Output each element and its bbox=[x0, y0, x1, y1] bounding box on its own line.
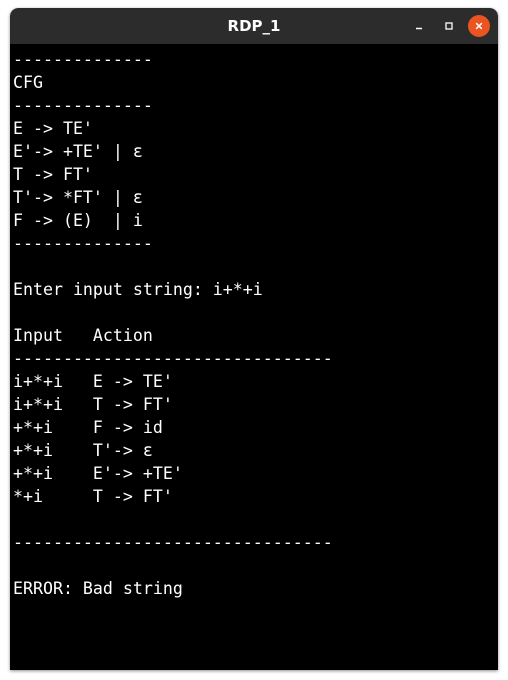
terminal-output[interactable]: -------------- CFG -------------- E -> T… bbox=[10, 44, 498, 670]
input-prompt-line: Enter input string: i+*+i bbox=[13, 280, 263, 299]
terminal-line: -------------- bbox=[13, 50, 153, 69]
terminal-line: T'-> *FT' | ε bbox=[13, 188, 143, 207]
terminal-window: RDP_1 -------------- CFG -------------- … bbox=[10, 8, 498, 670]
error-message: ERROR: Bad string bbox=[13, 579, 183, 598]
minimize-icon bbox=[416, 27, 422, 30]
window-controls bbox=[408, 15, 490, 37]
terminal-line: -------------------------------- bbox=[13, 533, 333, 552]
table-header: Input Action bbox=[13, 326, 153, 345]
terminal-line: F -> (E) | i bbox=[13, 211, 143, 230]
table-row: +*+i E'-> +TE' bbox=[13, 464, 183, 483]
terminal-line: -------------- bbox=[13, 96, 153, 115]
maximize-icon bbox=[445, 22, 453, 30]
terminal-line: E'-> +TE' | ε bbox=[13, 142, 143, 161]
title-bar[interactable]: RDP_1 bbox=[10, 8, 498, 44]
terminal-line: T -> FT' bbox=[13, 165, 93, 184]
table-row: +*+i T'-> ε bbox=[13, 441, 153, 460]
close-button[interactable] bbox=[468, 15, 490, 37]
terminal-line: E -> TE' bbox=[13, 119, 93, 138]
terminal-line: CFG bbox=[13, 73, 43, 92]
close-icon bbox=[475, 22, 483, 30]
minimize-button[interactable] bbox=[408, 15, 430, 37]
table-row: i+*+i T -> FT' bbox=[13, 395, 173, 414]
table-row: +*+i F -> id bbox=[13, 418, 163, 437]
maximize-button[interactable] bbox=[438, 15, 460, 37]
terminal-line: -------------------------------- bbox=[13, 349, 333, 368]
terminal-line: -------------- bbox=[13, 234, 153, 253]
table-row: *+i T -> FT' bbox=[13, 487, 173, 506]
table-row: i+*+i E -> TE' bbox=[13, 372, 173, 391]
